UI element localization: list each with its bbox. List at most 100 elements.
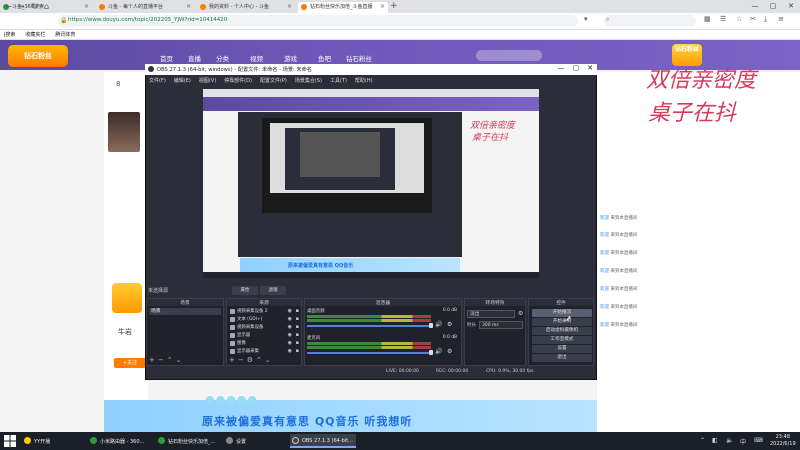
nav-link[interactable]: 首页 [160,53,173,63]
more-icon[interactable]: ≡ [778,15,784,23]
remove-icon[interactable]: − [238,356,247,364]
scissors-icon[interactable]: ✂ [750,15,756,23]
volume-slider[interactable] [307,352,431,354]
speaker-icon[interactable]: 🔊 [435,348,442,355]
bookmark-item[interactable]: j搜索 [4,31,15,38]
gear-icon[interactable]: ⚙ [518,310,523,317]
visibility-icon[interactable]: ◉ [288,316,292,323]
back-icon[interactable]: ← [5,2,12,11]
studio-mode-button[interactable]: 工作室模式 [532,336,592,344]
taskbar-item[interactable]: YY开播 [22,434,82,448]
site-logo[interactable]: 钻石粉丝 [8,45,68,67]
menu-file[interactable]: 文件(F) [149,77,166,84]
bookmark-item[interactable]: 收藏夹栏 [25,31,45,38]
volume-slider-handle[interactable] [429,323,433,328]
follow-button[interactable]: +关注 [114,358,146,368]
nav-link[interactable]: 游戏 [284,53,297,63]
windows-start-icon[interactable] [4,435,16,447]
lock-icon[interactable]: ▪ [296,324,299,331]
dropdown-icon[interactable]: ▾ [584,15,588,23]
new-tab-button[interactable]: + [390,1,398,11]
volume-icon[interactable]: 🔈 [726,437,733,444]
close-icon[interactable]: × [380,3,385,10]
down-icon[interactable]: ⌄ [176,356,185,364]
menu-icon[interactable]: ☰ [720,15,726,23]
up-icon[interactable]: ⌃ [167,356,176,364]
start-recording-button[interactable]: 开始录制 [532,318,592,326]
taskbar-item[interactable]: OBS 27.1.3 (64-bit... [290,434,356,448]
browser-search-input[interactable]: ⌕ [604,15,696,27]
close-icon[interactable]: × [84,3,89,10]
nav-link[interactable]: 直播 [188,53,201,63]
gift-icon[interactable] [112,283,142,313]
taskbar-clock[interactable]: 23:48 2022/6/19 [770,434,796,448]
exit-button[interactable]: 退出 [532,354,592,362]
menu-view[interactable]: 视图(V) [199,77,216,84]
volume-slider-handle[interactable] [429,350,433,355]
nav-link[interactable]: 视频 [250,53,263,63]
lock-icon[interactable]: ▪ [296,340,299,347]
browser-tab-2[interactable]: 斗鱼 - 每个人的直播平台 × [96,2,194,13]
taskbar-item[interactable]: 小米路由器 - 360... [88,434,154,448]
avatar[interactable] [108,112,140,152]
start-streaming-button[interactable]: 开始推流 [532,309,592,317]
taskbar-item[interactable]: 钻石粉丝快乐加倍_... [156,434,222,448]
bookmark-item[interactable]: 腾讯体育 [55,31,75,38]
taskbar-item[interactable]: 设置 [224,434,284,448]
gear-icon[interactable]: ⚙ [447,348,452,355]
settings-button[interactable]: 设置 [532,345,592,353]
source-item[interactable]: 文本 (GDI+) ◉ ▪ [229,316,301,323]
input-method-icon[interactable]: 中 [740,437,746,446]
lock-icon[interactable]: ▪ [296,348,299,355]
visibility-icon[interactable]: ◉ [288,340,292,347]
keyboard-icon[interactable]: ⌨ [754,437,763,444]
lock-icon[interactable]: ▪ [296,332,299,339]
source-item[interactable]: 视频采集设备 ◉ ▪ [229,324,301,331]
reload-icon[interactable]: ↻ [31,2,38,11]
nav-link[interactable]: 钻石粉丝 [346,53,372,63]
volume-slider[interactable] [307,325,431,327]
forward-icon[interactable]: → [18,2,25,11]
up-icon[interactable]: ⌃ [256,356,265,364]
maximize-button[interactable]: ▢ [764,0,782,13]
visibility-icon[interactable]: ◉ [288,332,292,339]
menu-edit[interactable]: 编辑(E) [174,77,191,84]
browser-tab-3[interactable]: 我的资料 - 个人中心 - 斗鱼 × [197,2,295,13]
source-item[interactable]: 显示器 ◉ ▪ [229,332,301,339]
menu-scene-collection[interactable]: 场景集合(S) [295,77,322,84]
browser-tab-4[interactable]: 钻石粉丝快乐加倍_斗鱼直播 × [298,2,388,13]
filters-button[interactable]: 滤镜 [260,286,286,295]
gear-icon[interactable]: ⚙ [247,356,256,364]
close-window-button[interactable]: ✕ [782,0,800,13]
menu-profile[interactable]: 配置文件(P) [260,77,287,84]
menu-help[interactable]: 帮助(H) [355,77,373,84]
nav-link[interactable]: 分类 [216,53,229,63]
tray-up-icon[interactable]: ⌃ [700,437,705,444]
down-icon[interactable]: ⌄ [265,356,274,364]
start-virtual-camera-button[interactable]: 启动虚拟摄像机 [532,327,592,335]
add-icon[interactable]: + [149,356,158,364]
star-icon[interactable]: ☆ [736,15,742,23]
visibility-icon[interactable]: ◉ [288,324,292,331]
nav-link[interactable]: 鱼吧 [318,53,331,63]
lock-icon[interactable]: ▪ [296,316,299,323]
visibility-icon[interactable]: ◉ [288,308,292,315]
lock-icon[interactable]: ▪ [296,308,299,315]
duration-input[interactable]: 300 ms [479,321,523,329]
download-icon[interactable]: ⤓ [764,15,767,24]
home-icon[interactable]: ⌂ [44,2,49,11]
visibility-icon[interactable]: ◉ [288,348,292,355]
minimize-button[interactable]: — [746,0,764,13]
source-item[interactable]: 视频采集设备 2 ◉ ▪ [229,308,301,315]
remove-icon[interactable]: − [158,356,167,364]
network-icon[interactable]: ◧ [712,437,718,444]
source-item[interactable]: 显示器采集 ◉ ▪ [229,348,301,355]
close-icon[interactable]: × [287,3,292,10]
transition-select[interactable]: 淡出 [467,310,515,318]
properties-button[interactable]: 属性 [232,286,258,295]
menu-tools[interactable]: 工具(T) [330,77,347,84]
scene-item[interactable]: 场景 [149,308,221,315]
menu-docks[interactable]: 停靠部件(D) [224,77,252,84]
minimize-button[interactable]: — [558,64,565,72]
grid-icon[interactable]: ▦ [704,15,711,23]
